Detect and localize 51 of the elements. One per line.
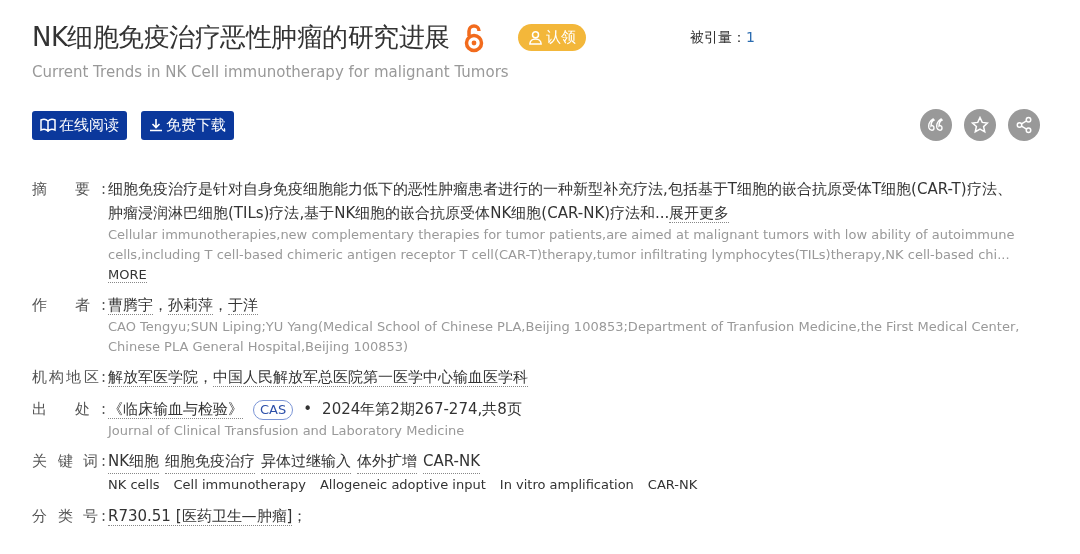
open-access-icon [464,22,484,53]
share-icon [1015,116,1033,134]
journal-link[interactable]: 《临床输血与检验》 [108,400,243,419]
separator: ； [292,507,308,525]
field-link[interactable]: R730.51 [医药卫生—肿瘤] [108,507,293,526]
field-link[interactable]: 中国人民解放军总医院第一医学中心输血医学科 [213,368,528,387]
field-link[interactable]: 解放军医学院 [108,368,198,387]
separator: ， [198,368,213,386]
star-icon [971,116,989,134]
download-button[interactable]: 免费下载 [141,110,234,140]
citation-count: 1 [746,28,755,47]
share-button[interactable] [1008,109,1040,141]
english-authors: CAO Tengyu;SUN Liping;YU Yang(Medical School of Chinese PLA,Beijing 100853;Department of Tranfusion Medicine,the First Medical Center,Chinese PLA General Hospital,Beijing 100853) [108,318,1020,356]
star-button[interactable] [964,109,996,141]
field-link[interactable]: 曹腾宇 [108,296,153,315]
english-keyword: In vitro amplification [499,476,634,494]
field-label: 机构地区: [32,367,106,388]
citation-label: 被引量： [690,28,746,47]
keyword-link[interactable]: NK细胞 [108,449,160,474]
bullet: • [303,400,313,418]
english-journal: Journal of Clinical Transfusion and Laboratory Medicine [108,422,466,440]
keyword-link[interactable]: 异体过继输入 [261,449,352,474]
more-link[interactable]: MORE [108,267,147,283]
issue-text: 2024年第2期267-274,共8页 [322,400,522,418]
english-keyword: CAR-NK [647,476,698,494]
book-icon [40,118,56,132]
quote-icon [927,118,945,132]
article-title: NK细胞免疫治疗恶性肿瘤的研究进展 [32,21,450,54]
download-icon [149,118,163,132]
keyword-link[interactable]: 细胞免疫治疗 [165,449,256,474]
field-label: 摘 要: [32,179,106,200]
english-keyword: NK cells [108,476,160,494]
abstract-text: 细胞免疫治疗是针对自身免疫细胞能力低下的恶性肿瘤患者进行的一种新型补充疗法,包括基于T细胞的嵌合抗原受体T细胞(CAR-T)疗法、肿瘤浸润淋巴细胞(TILs)疗法,基于NK细胞的嵌合抗原受体NK细胞(CAR-NK)疗法和...展开更多 [108,179,1013,225]
user-icon [528,30,543,45]
expand-link[interactable]: 展开更多 [669,204,730,223]
field-link[interactable]: 于洋 [228,296,258,315]
field-link[interactable]: 孙莉萍 [168,296,213,315]
english-keyword: Cell immunotherapy [173,476,306,494]
field-label: 出 处: [32,399,106,420]
field-label: 关 键 词: [32,451,106,472]
english-title: Current Trends in NK Cell immunotherapy for malignant Tumors [32,63,510,81]
english-abstract: Cellular immunotherapies,new complementary therapies for tumor patients,are aimed at malignant tumors with low ability of autoimmune cells,including T cell-based chimeric antigen receptor T cell(CAR-T)therapy,tumor infiltrating lymphocytes(TILs)therapy,NK cell-based chi... MORE [108,226,1016,285]
separator: ， [213,296,228,314]
quote-button[interactable] [920,109,952,141]
keyword-link[interactable]: 体外扩增 [357,449,418,474]
keyword-link[interactable]: CAR-NK [423,449,481,474]
read-online-button[interactable]: 在线阅读 [32,110,127,140]
field-label: 作 者: [32,295,106,316]
separator: ， [153,296,168,314]
field-label: 分 类 号: [32,506,106,527]
english-keyword: Allogeneic adoptive input [319,476,486,494]
